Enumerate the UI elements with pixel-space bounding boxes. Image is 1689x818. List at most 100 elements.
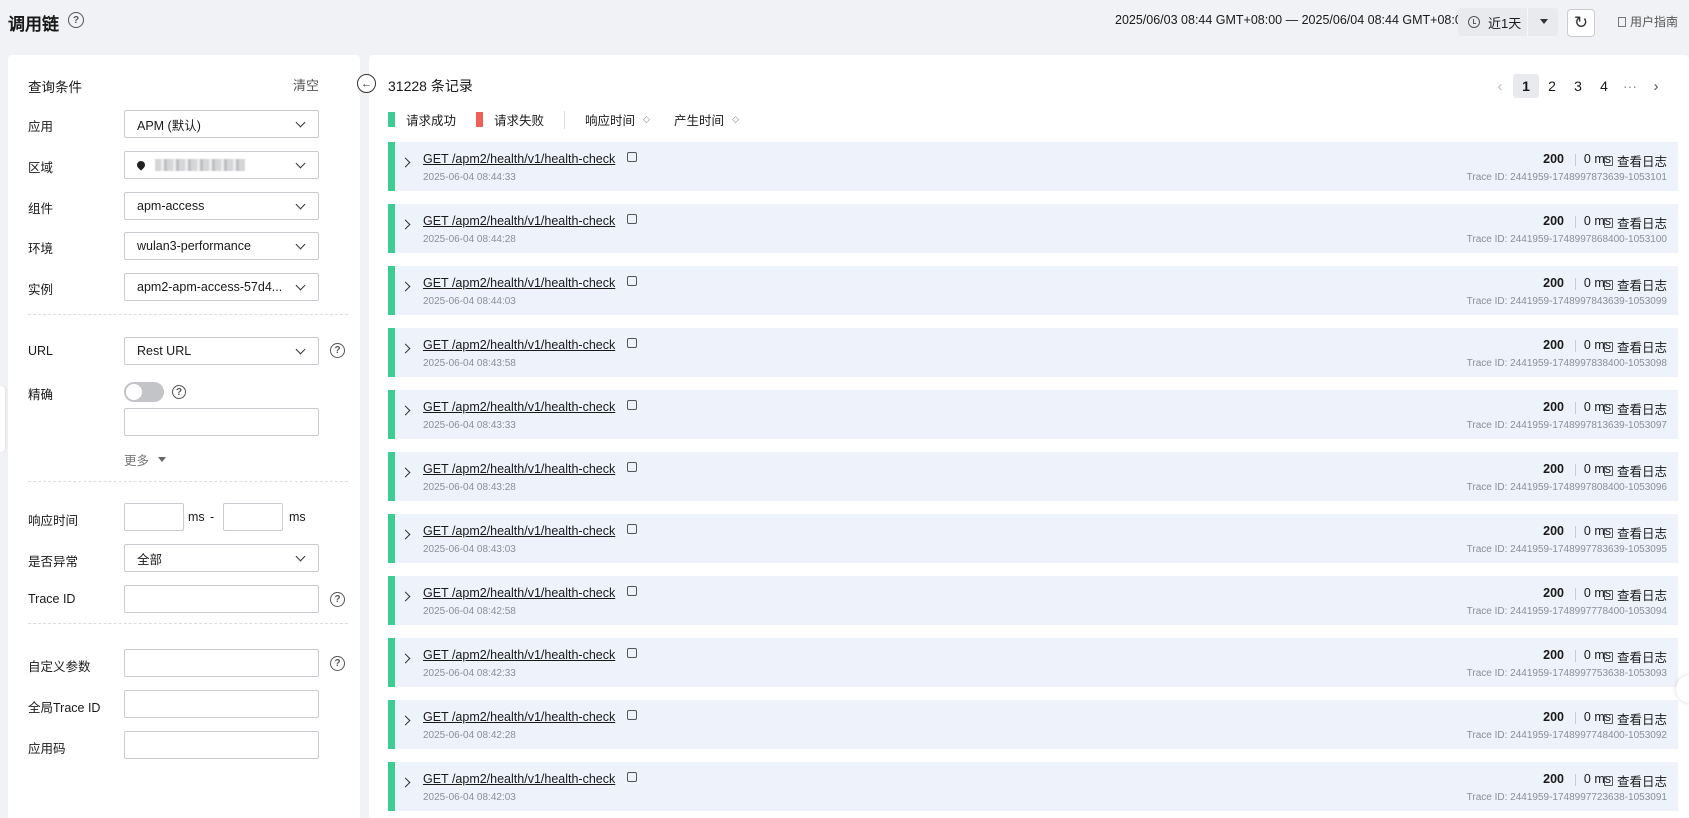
global-trace-id-input[interactable]: [124, 690, 319, 718]
chevron-right-icon[interactable]: [400, 219, 411, 230]
time-range-text[interactable]: 2025/06/03 08:44 GMT+08:00 — 2025/06/04 …: [1115, 13, 1469, 27]
help-icon[interactable]: ?: [330, 343, 345, 358]
time-preset-select[interactable]: 近1天: [1458, 8, 1558, 36]
chevron-right-icon[interactable]: [400, 343, 411, 354]
trace-id-input[interactable]: [124, 585, 319, 613]
view-log-button[interactable]: 查看日志: [1603, 771, 1667, 790]
trace-url-link[interactable]: GET /apm2/health/v1/health-check: [423, 648, 615, 662]
sort-response-time[interactable]: 响应时间 ◇: [585, 110, 650, 129]
trace-url-link[interactable]: GET /apm2/health/v1/health-check: [423, 276, 615, 290]
copy-icon[interactable]: [627, 400, 637, 410]
status-code: 200: [1543, 152, 1564, 166]
url-type-select[interactable]: Rest URL: [124, 337, 319, 365]
prev-page-icon[interactable]: ‹: [1487, 78, 1513, 95]
view-log-button[interactable]: 查看日志: [1603, 709, 1667, 728]
view-log-button[interactable]: 查看日志: [1603, 337, 1667, 356]
status-code: 200: [1543, 772, 1564, 786]
copy-icon[interactable]: [627, 276, 637, 286]
trace-row[interactable]: GET /apm2/health/v1/health-check 2025-06-…: [388, 204, 1678, 253]
help-icon[interactable]: ?: [330, 656, 345, 671]
trace-row[interactable]: GET /apm2/health/v1/health-check 2025-06-…: [388, 638, 1678, 687]
trace-row[interactable]: GET /apm2/health/v1/health-check 2025-06-…: [388, 328, 1678, 377]
instance-select[interactable]: apm2-apm-access-57d4...: [124, 273, 319, 301]
response-time-max-input[interactable]: [223, 503, 283, 531]
record-count: 31228 条记录: [388, 78, 473, 94]
exact-label: 精确: [28, 388, 54, 402]
chevron-right-icon[interactable]: [400, 157, 411, 168]
url-input[interactable]: [124, 408, 319, 436]
trace-row[interactable]: GET /apm2/health/v1/health-check 2025-06-…: [388, 576, 1678, 625]
page-ellipsis[interactable]: ···: [1617, 78, 1643, 94]
view-log-button[interactable]: 查看日志: [1603, 647, 1667, 666]
view-log-button[interactable]: 查看日志: [1603, 151, 1667, 170]
exact-toggle[interactable]: [124, 382, 164, 402]
copy-icon[interactable]: [627, 524, 637, 534]
chevron-right-icon[interactable]: [400, 467, 411, 478]
copy-icon[interactable]: [627, 214, 637, 224]
copy-icon[interactable]: [627, 772, 637, 782]
user-guide-link[interactable]: 用户指南: [1618, 13, 1678, 30]
caret-down-icon[interactable]: [1540, 19, 1548, 24]
chevron-right-icon[interactable]: [400, 281, 411, 292]
trace-url-link[interactable]: GET /apm2/health/v1/health-check: [423, 214, 615, 228]
app-code-input[interactable]: [124, 731, 319, 759]
chevron-right-icon[interactable]: [400, 591, 411, 602]
collapse-panel-button[interactable]: ←: [357, 74, 376, 93]
more-toggle[interactable]: 更多: [124, 450, 167, 469]
help-icon[interactable]: ?: [68, 12, 84, 28]
side-drawer-handle[interactable]: [0, 386, 5, 452]
chevron-right-icon[interactable]: [400, 715, 411, 726]
trace-url-link[interactable]: GET /apm2/health/v1/health-check: [423, 710, 615, 724]
view-log-button[interactable]: 查看日志: [1603, 213, 1667, 232]
trace-url-link[interactable]: GET /apm2/health/v1/health-check: [423, 586, 615, 600]
trace-row[interactable]: GET /apm2/health/v1/health-check 2025-06-…: [388, 390, 1678, 439]
page-3[interactable]: 3: [1565, 78, 1591, 94]
trace-row[interactable]: GET /apm2/health/v1/health-check 2025-06-…: [388, 700, 1678, 749]
trace-url-link[interactable]: GET /apm2/health/v1/health-check: [423, 462, 615, 476]
copy-icon[interactable]: [627, 338, 637, 348]
copy-icon[interactable]: [627, 710, 637, 720]
copy-icon[interactable]: [627, 152, 637, 162]
view-log-button[interactable]: 查看日志: [1603, 523, 1667, 542]
copy-icon[interactable]: [627, 586, 637, 596]
trace-url-link[interactable]: GET /apm2/health/v1/health-check: [423, 400, 615, 414]
response-time-min-input[interactable]: [124, 503, 184, 531]
trace-url-link[interactable]: GET /apm2/health/v1/health-check: [423, 772, 615, 786]
env-select[interactable]: wulan3-performance: [124, 232, 319, 260]
component-select[interactable]: apm-access: [124, 192, 319, 220]
custom-params-input[interactable]: [124, 649, 319, 677]
divider: [1575, 154, 1576, 166]
fail-swatch: [476, 112, 484, 127]
trace-row[interactable]: GET /apm2/health/v1/health-check 2025-06-…: [388, 514, 1678, 563]
page-4[interactable]: 4: [1591, 78, 1617, 94]
refresh-button[interactable]: ↻: [1567, 9, 1595, 37]
view-log-button[interactable]: 查看日志: [1603, 399, 1667, 418]
arrow-left-icon: ←: [361, 77, 372, 90]
clear-button[interactable]: 清空: [293, 75, 319, 94]
copy-icon[interactable]: [627, 648, 637, 658]
view-log-button[interactable]: 查看日志: [1603, 461, 1667, 480]
page-2[interactable]: 2: [1539, 78, 1565, 94]
chevron-right-icon[interactable]: [400, 529, 411, 540]
help-icon[interactable]: ?: [330, 592, 345, 607]
trace-row[interactable]: GET /apm2/health/v1/health-check 2025-06-…: [388, 266, 1678, 315]
sort-created-time[interactable]: 产生时间 ◇: [674, 110, 739, 129]
trace-row[interactable]: GET /apm2/health/v1/health-check 2025-06-…: [388, 452, 1678, 501]
view-log-button[interactable]: 查看日志: [1603, 585, 1667, 604]
view-log-button[interactable]: 查看日志: [1603, 275, 1667, 294]
chevron-right-icon[interactable]: [400, 777, 411, 788]
chevron-right-icon[interactable]: [400, 653, 411, 664]
chevron-right-icon[interactable]: [400, 405, 411, 416]
trace-url-link[interactable]: GET /apm2/health/v1/health-check: [423, 524, 615, 538]
trace-url-link[interactable]: GET /apm2/health/v1/health-check: [423, 152, 615, 166]
help-icon[interactable]: ?: [172, 385, 186, 399]
trace-row[interactable]: GET /apm2/health/v1/health-check 2025-06-…: [388, 142, 1678, 191]
app-select[interactable]: APM (默认): [124, 110, 319, 138]
page-1[interactable]: 1: [1513, 74, 1539, 98]
copy-icon[interactable]: [627, 462, 637, 472]
next-page-icon[interactable]: ›: [1643, 78, 1669, 95]
trace-row[interactable]: GET /apm2/health/v1/health-check 2025-06-…: [388, 762, 1678, 811]
trace-url-link[interactable]: GET /apm2/health/v1/health-check: [423, 338, 615, 352]
abnormal-select[interactable]: 全部: [124, 544, 319, 572]
region-select[interactable]: [124, 151, 319, 179]
